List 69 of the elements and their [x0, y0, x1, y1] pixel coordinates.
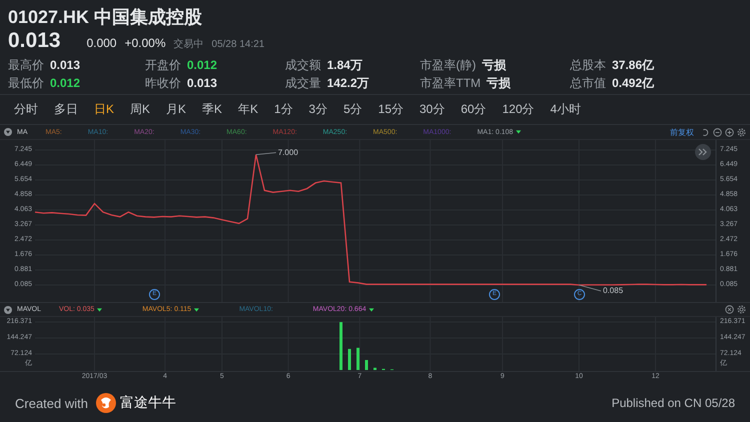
stat-value: 37.86亿 — [612, 57, 654, 73]
stat-label: 开盘价 — [145, 57, 181, 73]
zoom-in-icon[interactable] — [725, 128, 734, 136]
published-label: Published on CN 05/28 — [612, 396, 735, 410]
stat-label: 成交量 — [285, 75, 321, 91]
collapse-icon[interactable] — [4, 128, 12, 136]
period-tab[interactable]: 120分 — [496, 99, 540, 120]
period-tab[interactable]: 年K — [232, 99, 264, 120]
stat-value: 0.012 — [50, 75, 80, 91]
stat-value: 1.84万 — [327, 57, 362, 73]
volume-bar — [374, 368, 376, 370]
settings-icon[interactable] — [737, 128, 746, 136]
stat-value: 0.492亿 — [612, 75, 654, 91]
settings-icon[interactable] — [737, 305, 746, 314]
quote-time: 05/28 14:21 — [212, 39, 264, 50]
stat-label: 总市值 — [570, 75, 606, 91]
period-tab[interactable]: 分时 — [8, 99, 44, 120]
caret-icon[interactable] — [194, 308, 200, 312]
stat-label: 昨收价 — [145, 75, 181, 91]
close-icon[interactable] — [725, 305, 734, 314]
change-percent: +0.00% — [124, 36, 166, 50]
volume-bar — [340, 322, 342, 370]
price-annotation: 0.085 — [603, 285, 624, 297]
brand-name: 富途牛牛 — [120, 394, 176, 412]
stat-value: 0.012 — [187, 57, 218, 73]
leader-line — [578, 284, 602, 292]
volume-bar — [365, 360, 368, 370]
period-tab[interactable]: 4小时 — [544, 99, 587, 120]
caret-icon[interactable] — [369, 308, 374, 312]
collapse-icon[interactable] — [4, 306, 12, 314]
undo-icon[interactable] — [701, 128, 710, 136]
caret-icon[interactable] — [97, 308, 102, 312]
last-price: 0.013 — [8, 29, 61, 53]
period-tab[interactable]: 3分 — [302, 99, 334, 120]
period-tab[interactable]: 月K — [160, 99, 192, 120]
adjust-link[interactable]: 前复权 — [670, 126, 694, 138]
volume-bar — [348, 348, 351, 370]
stat-label: 市盈率TTM — [420, 75, 481, 91]
period-tab[interactable]: 多日 — [48, 99, 84, 120]
double-chevron-icon[interactable] — [698, 148, 708, 156]
stat-label: 成交额 — [285, 57, 321, 73]
stat-value: 亏损 — [486, 75, 511, 91]
price-annotation: 7.000 — [278, 146, 298, 159]
stat-value: 亏损 — [482, 57, 506, 73]
stat-label: 最低价 — [8, 75, 44, 91]
period-tab[interactable]: 日K — [88, 99, 120, 120]
created-with-label: Created with — [15, 396, 88, 410]
zoom-out-icon[interactable] — [713, 128, 722, 136]
period-tab[interactable]: 1分 — [268, 99, 299, 120]
brand-logo-icon — [96, 393, 116, 413]
stat-label: 总股本 — [570, 57, 606, 73]
caret-icon[interactable] — [516, 130, 521, 134]
stat-label: 市盈率(静) — [420, 57, 476, 73]
stat-value: 0.013 — [50, 57, 80, 73]
volume-bar — [356, 348, 360, 370]
period-tab[interactable]: 30分 — [414, 99, 451, 120]
period-tab[interactable]: 15分 — [372, 99, 410, 120]
stat-label: 最高价 — [8, 57, 44, 73]
expand-button[interactable] — [695, 144, 711, 160]
period-tab[interactable]: 5分 — [337, 99, 368, 120]
period-tab[interactable]: 周K — [124, 99, 156, 120]
period-tab[interactable]: 60分 — [454, 99, 492, 120]
stat-value: 0.013 — [187, 75, 218, 91]
stock-title: 01027.HK 中国集成控股 — [8, 6, 204, 29]
leader-line — [256, 152, 276, 156]
stat-value: 142.2万 — [327, 75, 370, 91]
trading-status: 交易中 — [174, 38, 204, 51]
period-tab[interactable]: 季K — [196, 99, 228, 120]
price-change: 0.000 — [86, 36, 117, 50]
